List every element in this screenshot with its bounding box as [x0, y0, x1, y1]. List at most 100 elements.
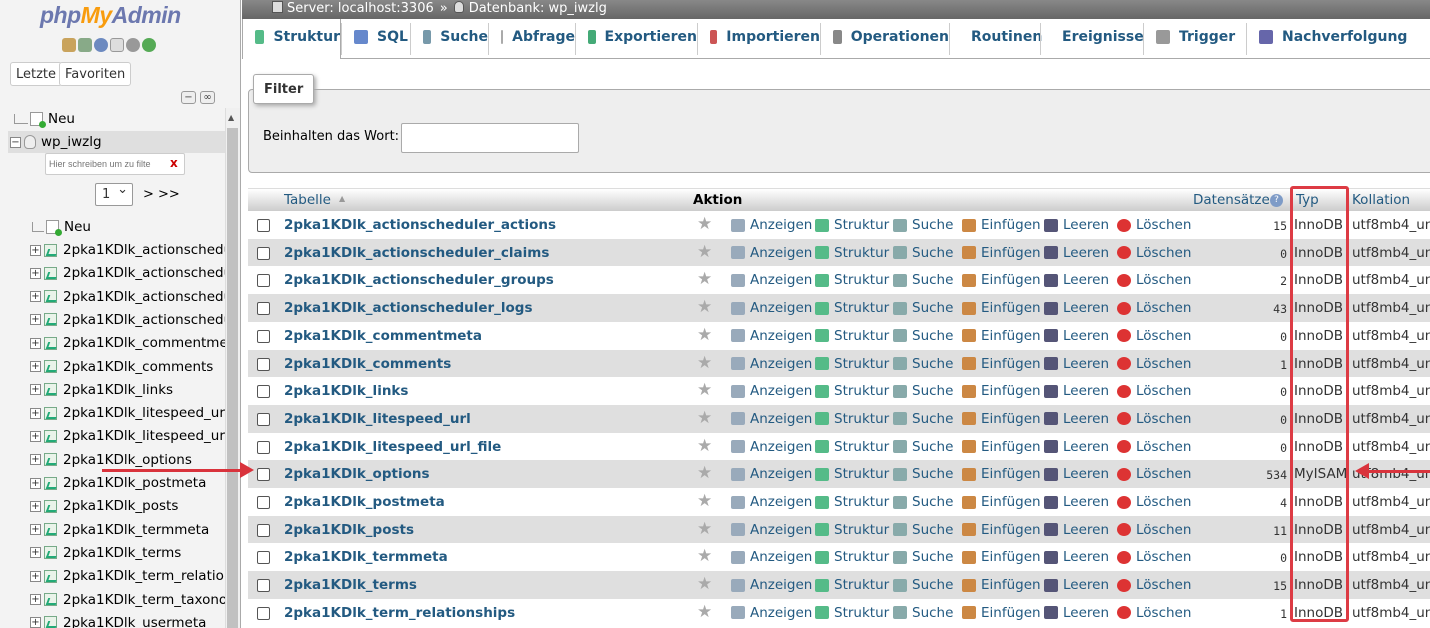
sidebar-table-item[interactable]: +2pka1KDlk_options: [30, 449, 192, 471]
sidebar-table-item[interactable]: +2pka1KDlk_actionschedule: [30, 262, 240, 284]
expand-table-icon[interactable]: +: [30, 570, 41, 582]
row-checkbox[interactable]: [257, 496, 270, 509]
header-collation[interactable]: Kollation: [1352, 192, 1410, 208]
table-name-link[interactable]: 2pka1KDlk_litespeed_url: [284, 411, 471, 427]
filter-word-input[interactable]: [401, 123, 579, 153]
drop-action[interactable]: Löschen: [1117, 328, 1191, 344]
insert-action[interactable]: Einfügen: [962, 439, 1041, 455]
row-checkbox[interactable]: [257, 357, 270, 371]
browse-action[interactable]: Anzeigen: [731, 383, 812, 399]
favorite-star-icon[interactable]: ★: [697, 269, 712, 289]
favorite-star-icon[interactable]: ★: [697, 297, 712, 317]
tree-new-database[interactable]: Neu: [14, 108, 75, 130]
sidebar-table-item[interactable]: +2pka1KDlk_actionschedule: [30, 309, 240, 331]
tree-new-table[interactable]: Neu: [32, 216, 91, 238]
insert-action[interactable]: Einfügen: [962, 411, 1041, 427]
favorite-star-icon[interactable]: ★: [697, 380, 712, 400]
browse-action[interactable]: Anzeigen: [731, 245, 812, 261]
structure-action[interactable]: Struktur: [815, 383, 889, 399]
reload-icon[interactable]: [142, 38, 156, 52]
sidebar-table-item[interactable]: +2pka1KDlk_termmeta: [30, 519, 209, 541]
tree-db-wp_iwzlg[interactable]: − wp_iwzlg: [8, 131, 225, 153]
search-action[interactable]: Suche: [893, 549, 953, 565]
tab-suche[interactable]: Suche: [410, 19, 488, 59]
empty-action[interactable]: Leeren: [1044, 549, 1109, 565]
empty-action[interactable]: Leeren: [1044, 272, 1109, 288]
table-name-link[interactable]: 2pka1KDlk_links: [284, 383, 408, 399]
sidebar-table-item[interactable]: +2pka1KDlk_postmeta: [30, 472, 206, 494]
page-select[interactable]: 1: [95, 182, 133, 206]
insert-action[interactable]: Einfügen: [962, 300, 1041, 316]
favorite-star-icon[interactable]: ★: [697, 242, 712, 262]
structure-action[interactable]: Struktur: [815, 328, 889, 344]
favorite-star-icon[interactable]: ★: [697, 519, 712, 539]
sidebar-table-item[interactable]: +2pka1KDlk_links: [30, 379, 173, 401]
row-checkbox[interactable]: [257, 329, 270, 343]
structure-action[interactable]: Struktur: [815, 577, 889, 593]
search-action[interactable]: Suche: [893, 272, 953, 288]
expand-table-icon[interactable]: +: [30, 477, 41, 489]
insert-action[interactable]: Einfügen: [962, 383, 1041, 399]
sidebar-table-item[interactable]: +2pka1KDlk_litespeed_url_f: [30, 425, 240, 447]
empty-action[interactable]: Leeren: [1044, 494, 1109, 510]
insert-action[interactable]: Einfügen: [962, 245, 1041, 261]
browse-action[interactable]: Anzeigen: [731, 549, 812, 565]
insert-action[interactable]: Einfügen: [962, 272, 1041, 288]
row-checkbox[interactable]: [257, 385, 270, 399]
sidebar-table-item[interactable]: +2pka1KDlk_commentmeta: [30, 332, 240, 354]
expand-table-icon[interactable]: +: [30, 291, 41, 303]
sidebar-table-item[interactable]: +2pka1KDlk_actionschedule: [30, 239, 240, 261]
filter-clear-button[interactable]: x: [170, 156, 178, 170]
row-checkbox[interactable]: [257, 412, 270, 426]
browse-action[interactable]: Anzeigen: [731, 494, 812, 510]
structure-action[interactable]: Struktur: [815, 245, 889, 261]
drop-action[interactable]: Löschen: [1117, 577, 1191, 593]
insert-action[interactable]: Einfügen: [962, 605, 1041, 621]
structure-action[interactable]: Struktur: [815, 272, 889, 288]
insert-action[interactable]: Einfügen: [962, 328, 1041, 344]
browse-action[interactable]: Anzeigen: [731, 356, 812, 372]
browse-action[interactable]: Anzeigen: [731, 577, 812, 593]
table-name-link[interactable]: 2pka1KDlk_options: [284, 466, 430, 482]
tab-exportieren[interactable]: Exportieren: [575, 19, 697, 59]
favorite-star-icon[interactable]: ★: [697, 325, 712, 345]
empty-action[interactable]: Leeren: [1044, 522, 1109, 538]
structure-action[interactable]: Struktur: [815, 466, 889, 482]
breadcrumb-server[interactable]: Server: localhost:3306: [287, 1, 434, 16]
insert-action[interactable]: Einfügen: [962, 466, 1041, 482]
row-checkbox[interactable]: [257, 302, 270, 316]
insert-action[interactable]: Einfügen: [962, 577, 1041, 593]
tab-trigger[interactable]: Trigger: [1143, 19, 1246, 59]
empty-action[interactable]: Leeren: [1044, 245, 1109, 261]
browse-action[interactable]: Anzeigen: [731, 439, 812, 455]
search-action[interactable]: Suche: [893, 466, 953, 482]
structure-action[interactable]: Struktur: [815, 605, 889, 621]
tab-operationen[interactable]: Operationen: [820, 19, 949, 59]
expand-table-icon[interactable]: +: [30, 594, 41, 605]
table-name-link[interactable]: 2pka1KDlk_termmeta: [284, 549, 448, 565]
sidebar-table-item[interactable]: +2pka1KDlk_litespeed_url: [30, 402, 229, 424]
favorite-star-icon[interactable]: ★: [697, 353, 712, 373]
insert-action[interactable]: Einfügen: [962, 356, 1041, 372]
sidebar-table-item[interactable]: +2pka1KDlk_usermeta: [30, 612, 206, 628]
browse-action[interactable]: Anzeigen: [731, 217, 812, 233]
row-checkbox[interactable]: [257, 579, 270, 593]
empty-action[interactable]: Leeren: [1044, 356, 1109, 372]
expand-table-icon[interactable]: +: [30, 500, 41, 512]
link-with-main-icon[interactable]: ∞: [200, 91, 215, 104]
table-name-link[interactable]: 2pka1KDlk_commentmeta: [284, 328, 482, 344]
search-action[interactable]: Suche: [893, 411, 953, 427]
collapse-db-icon[interactable]: −: [10, 136, 21, 148]
row-checkbox[interactable]: [257, 551, 270, 565]
home-icon[interactable]: [62, 38, 76, 52]
favorite-star-icon[interactable]: ★: [697, 436, 712, 456]
row-checkbox[interactable]: [257, 606, 270, 620]
settings-icon[interactable]: [126, 38, 140, 52]
search-action[interactable]: Suche: [893, 439, 953, 455]
empty-action[interactable]: Leeren: [1044, 411, 1109, 427]
recent-tables-button[interactable]: Letzte: [10, 62, 63, 86]
empty-action[interactable]: Leeren: [1044, 300, 1109, 316]
favorite-star-icon[interactable]: ★: [697, 574, 712, 594]
tab-importieren[interactable]: Importieren: [697, 19, 820, 59]
logout-icon[interactable]: [78, 38, 92, 52]
